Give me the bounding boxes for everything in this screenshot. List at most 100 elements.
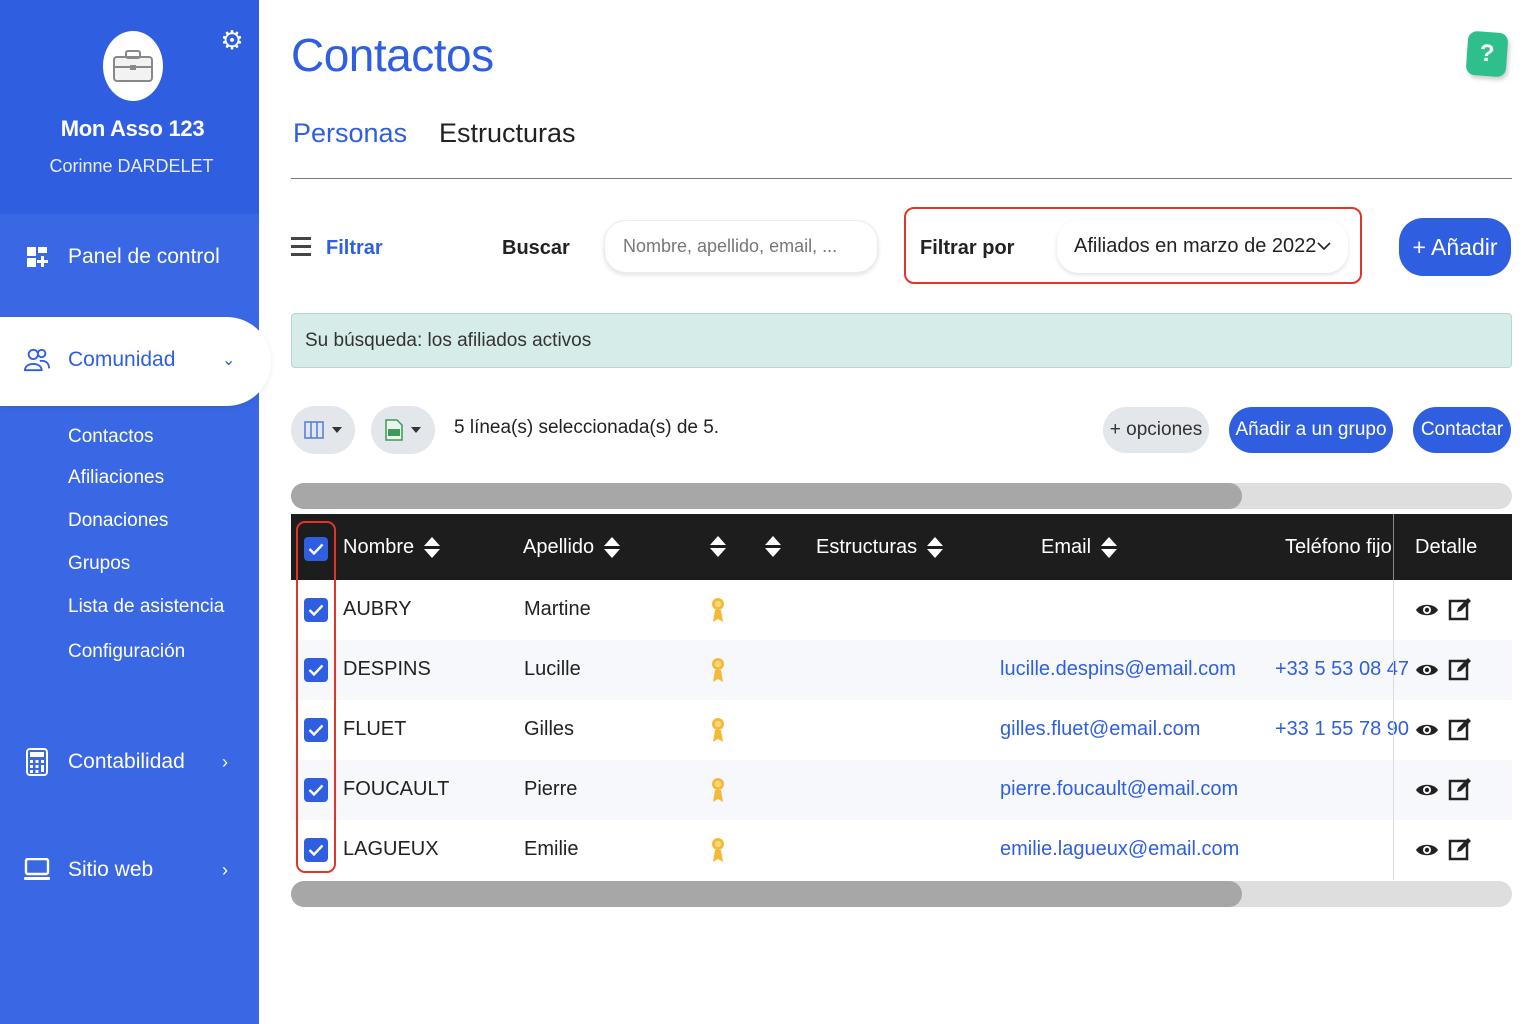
table-header: Nombre Apellido Estructuras Email Teléfo… <box>291 514 1512 580</box>
col-header-email[interactable]: Email <box>1041 536 1118 559</box>
community-icon <box>24 347 50 373</box>
col-header-telefono-label: Teléfono fijo <box>1285 536 1392 558</box>
chevron-down-icon <box>1317 238 1331 256</box>
sort-icon <box>424 537 441 558</box>
sidebar-item-donaciones[interactable]: Donaciones <box>68 510 168 532</box>
tab-estructuras[interactable]: Estructuras <box>439 118 576 149</box>
cell-email[interactable]: lucille.despins@email.com <box>1000 658 1236 681</box>
col-header-apellido-label: Apellido <box>523 536 595 558</box>
column-divider <box>1393 760 1394 820</box>
menu-icon[interactable] <box>291 237 311 259</box>
edit-icon[interactable] <box>1448 597 1472 621</box>
column-divider <box>1393 700 1394 760</box>
search-input[interactable] <box>604 220 878 273</box>
selection-count: 5 línea(s) seleccionada(s) de 5. <box>454 417 720 438</box>
user-name: Corinne DARDELET <box>49 156 214 176</box>
nav-accounting-label: Contabilidad <box>68 750 185 773</box>
col-header-status-sort[interactable] <box>710 536 726 557</box>
monitor-icon <box>24 857 50 883</box>
col-header-detalle: Detalle <box>1415 536 1477 559</box>
add-button[interactable]: + Añadir <box>1399 218 1511 276</box>
nav-accounting[interactable]: Contabilidad › <box>0 748 259 776</box>
edit-icon[interactable] <box>1448 837 1472 861</box>
edit-icon[interactable] <box>1448 777 1472 801</box>
horizontal-scrollbar-bottom[interactable] <box>291 881 1512 907</box>
scrollbar-thumb[interactable] <box>291 483 1242 509</box>
search-label: Buscar <box>502 237 570 259</box>
cell-email[interactable]: gilles.fluet@email.com <box>1000 718 1200 741</box>
col-header-nombre-label: Nombre <box>343 536 415 558</box>
col-header-telefono[interactable]: Teléfono fijo <box>1285 536 1392 559</box>
eye-icon[interactable] <box>1415 842 1439 858</box>
col-header-nombre[interactable]: Nombre <box>343 536 441 559</box>
sort-icon <box>765 536 781 557</box>
chevron-down-icon: ⌄ <box>222 352 236 369</box>
col-header-estructuras[interactable]: Estructuras <box>816 536 944 559</box>
table-row[interactable]: FLUET Gilles gilles.fluet@email.com +33 … <box>291 700 1512 760</box>
sidebar-item-configuracion[interactable]: Configuración <box>68 641 185 663</box>
col-header-email-label: Email <box>1041 536 1092 558</box>
cell-apellido: Gilles <box>524 718 575 740</box>
filter-by-select[interactable]: Afiliados en marzo de 2022 <box>1057 220 1348 273</box>
nav-community[interactable]: Comunidad ⌄ <box>0 346 259 374</box>
eye-icon[interactable] <box>1415 722 1439 738</box>
sort-icon <box>927 537 944 558</box>
briefcase-icon <box>113 50 153 82</box>
tab-personas[interactable]: Personas <box>293 118 407 149</box>
edit-icon[interactable] <box>1448 657 1472 681</box>
add-to-group-button[interactable]: Añadir a un grupo <box>1229 407 1393 453</box>
sidebar-item-afiliaciones[interactable]: Afiliaciones <box>68 467 164 489</box>
table-row[interactable]: LAGUEUX Emilie emilie.lagueux@email.com <box>291 820 1512 880</box>
medal-icon <box>712 838 724 862</box>
nav-website[interactable]: Sitio web › <box>0 856 259 884</box>
cell-email[interactable]: emilie.lagueux@email.com <box>1000 838 1239 861</box>
cell-nombre: DESPINS <box>343 658 431 680</box>
sidebar-header: ⚙ Mon Asso 123 Corinne DARDELET <box>0 0 259 214</box>
filter-by-value: Afiliados en marzo de 2022 <box>1074 235 1317 257</box>
cell-telefono[interactable]: +33 5 53 08 47 <box>1275 658 1409 681</box>
cell-apellido: Emilie <box>524 838 579 860</box>
gear-icon[interactable]: ⚙ <box>218 26 246 54</box>
horizontal-scrollbar-top[interactable] <box>291 483 1512 509</box>
eye-icon[interactable] <box>1415 602 1439 618</box>
column-divider <box>1393 640 1394 700</box>
scrollbar-thumb[interactable] <box>291 881 1242 907</box>
cell-nombre: FOUCAULT <box>343 778 450 800</box>
col-header-unnamed-sort[interactable] <box>765 536 781 557</box>
cell-telefono[interactable]: +33 1 55 78 90 <box>1275 718 1409 741</box>
caret-down-icon <box>332 427 342 433</box>
edit-icon[interactable] <box>1448 717 1472 741</box>
sort-icon <box>710 536 726 557</box>
cell-email[interactable]: pierre.foucault@email.com <box>1000 778 1238 801</box>
medal-icon <box>712 718 724 742</box>
sidebar: ⚙ Mon Asso 123 Corinne DARDELET Panel de… <box>0 0 271 1024</box>
table-row[interactable]: DESPINS Lucille lucille.despins@email.co… <box>291 640 1512 700</box>
columns-button[interactable] <box>291 406 355 454</box>
table-row[interactable]: FOUCAULT Pierre pierre.foucault@email.co… <box>291 760 1512 820</box>
help-button[interactable]: ? <box>1465 30 1509 78</box>
medal-icon <box>712 598 724 622</box>
col-header-detalle-label: Detalle <box>1415 536 1478 558</box>
sidebar-item-contactos[interactable]: Contactos <box>68 426 154 448</box>
calculator-icon <box>24 748 50 776</box>
chevron-right-icon: › <box>222 859 228 880</box>
contact-button[interactable]: Contactar <box>1413 407 1511 453</box>
sort-icon <box>604 537 621 558</box>
excel-export-icon <box>385 419 403 441</box>
more-options-button[interactable]: + opciones <box>1103 407 1209 453</box>
sidebar-item-asistencia[interactable]: Lista de asistencia <box>68 596 224 618</box>
chevron-right-icon: › <box>222 751 228 772</box>
caret-down-icon <box>411 427 421 433</box>
filter-toggle[interactable]: Filtrar <box>326 237 383 260</box>
col-header-apellido[interactable]: Apellido <box>523 536 621 559</box>
sidebar-item-grupos[interactable]: Grupos <box>68 553 130 575</box>
export-button[interactable] <box>371 406 435 454</box>
eye-icon[interactable] <box>1415 662 1439 678</box>
eye-icon[interactable] <box>1415 782 1439 798</box>
page-title: Contactos <box>291 29 494 81</box>
columns-icon <box>304 421 324 439</box>
cell-nombre: LAGUEUX <box>343 838 439 860</box>
table-row[interactable]: AUBRY Martine <box>291 580 1512 640</box>
nav-dashboard[interactable]: Panel de control <box>0 243 259 271</box>
nav-website-label: Sitio web <box>68 858 154 881</box>
